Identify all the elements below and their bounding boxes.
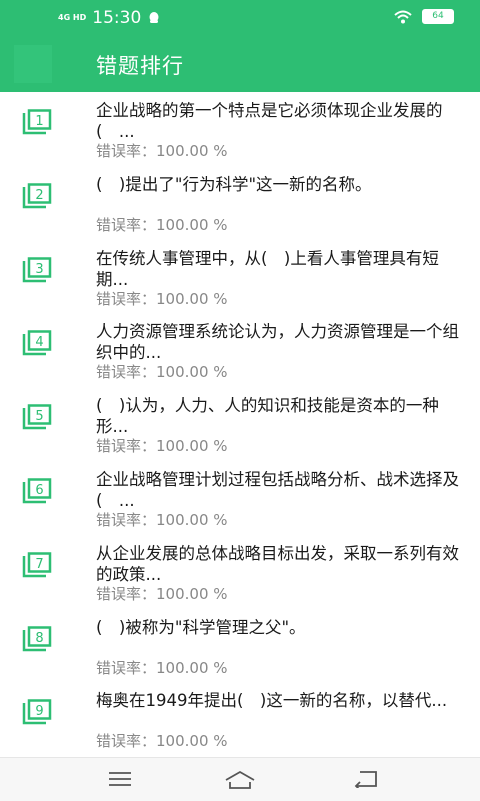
list-item[interactable]: 3 在传统人事管理中，从( )上看人事管理具有短期... 错误率：100.00 … — [0, 240, 480, 314]
battery-indicator: 64 — [422, 9, 454, 24]
status-right: 64 — [394, 9, 454, 24]
error-rate: 错误率：100.00 % — [96, 658, 228, 677]
numbered-stack-icon: 4 — [22, 330, 52, 356]
svg-text:9: 9 — [35, 704, 43, 719]
back-icon[interactable] — [354, 770, 378, 788]
svg-text:1: 1 — [35, 114, 43, 129]
numbered-stack-icon: 6 — [22, 478, 52, 504]
list-item[interactable]: 6 企业战略管理计划过程包括战略分析、战术选择及( ... 错误率：100.00… — [0, 461, 480, 535]
numbered-stack-icon: 2 — [22, 183, 52, 209]
svg-text:3: 3 — [35, 262, 43, 277]
wifi-icon — [394, 10, 412, 23]
numbered-stack-icon: 7 — [22, 552, 52, 578]
question-text: ( )提出了"行为科学"这一新的名称。 — [96, 174, 372, 194]
question-text: 企业战略管理计划过程包括战略分析、战术选择及( ... — [96, 469, 459, 510]
list-item[interactable]: 2 ( )提出了"行为科学"这一新的名称。 错误率：100.00 % — [0, 166, 480, 240]
app-bar: 错题排行 — [0, 36, 480, 92]
question-text: 人力资源管理系统论认为，人力资源管理是一个组织中的... — [96, 322, 459, 363]
question-text: ( )认为，人力、人的知识和技能是资本的一种形... — [96, 396, 439, 437]
svg-text:8: 8 — [35, 631, 43, 646]
menu-icon[interactable] — [108, 770, 132, 788]
svg-text:2: 2 — [35, 188, 43, 203]
network-indicator: 4G HD — [58, 13, 87, 22]
numbered-stack-icon: 3 — [22, 256, 52, 282]
error-rate: 错误率：100.00 % — [96, 215, 228, 234]
numbered-stack-icon: 5 — [22, 404, 52, 430]
numbered-stack-icon: 9 — [22, 699, 52, 725]
numbered-stack-icon: 1 — [22, 109, 52, 135]
page-title: 错题排行 — [96, 54, 184, 78]
svg-text:7: 7 — [35, 557, 43, 572]
system-nav-bar — [0, 757, 480, 801]
status-left: 4G HD 15:30 — [58, 8, 161, 28]
question-text: 梅奥在1949年提出( )这一新的名称，以替代... — [96, 691, 448, 711]
error-rate: 错误率：100.00 % — [96, 732, 228, 751]
back-button[interactable] — [14, 45, 52, 83]
error-rate: 错误率：100.00 % — [96, 510, 228, 529]
list-item[interactable]: 9 梅奥在1949年提出( )这一新的名称，以替代... 错误率：100.00 … — [0, 682, 480, 756]
error-rate: 错误率：100.00 % — [96, 142, 228, 160]
question-text: ( )被称为"科学管理之父"。 — [96, 617, 306, 637]
question-text: 在传统人事管理中，从( )上看人事管理具有短期... — [96, 248, 439, 289]
error-rate: 错误率：100.00 % — [96, 584, 228, 603]
error-rate: 错误率：100.00 % — [96, 363, 228, 382]
wrong-question-list: 1 企业战略的第一个特点是它必须体现企业发展的( ... 错误率：100.00 … — [0, 92, 480, 756]
svg-text:6: 6 — [35, 483, 43, 498]
error-rate: 错误率：100.00 % — [96, 289, 228, 308]
numbered-stack-icon: 8 — [22, 625, 52, 651]
list-item[interactable]: 4 人力资源管理系统论认为，人力资源管理是一个组织中的... 错误率：100.0… — [0, 313, 480, 387]
list-item[interactable]: 5 ( )认为，人力、人的知识和技能是资本的一种形... 错误率：100.00 … — [0, 387, 480, 461]
list-item[interactable]: 7 从企业发展的总体战略目标出发，采取一系列有效的政策... 错误率：100.0… — [0, 535, 480, 609]
home-icon[interactable] — [224, 770, 256, 790]
question-text: 企业战略的第一个特点是它必须体现企业发展的( ... — [96, 101, 443, 141]
list-item[interactable]: 1 企业战略的第一个特点是它必须体现企业发展的( ... 错误率：100.00 … — [0, 92, 480, 166]
status-time: 15:30 — [92, 8, 142, 28]
question-text: 从企业发展的总体战略目标出发，采取一系列有效的政策... — [96, 543, 459, 584]
svg-text:5: 5 — [35, 409, 43, 424]
list-item[interactable]: 8 ( )被称为"科学管理之父"。 错误率：100.00 % — [0, 609, 480, 683]
error-rate: 错误率：100.00 % — [96, 437, 228, 456]
svg-text:4: 4 — [35, 335, 43, 350]
qq-notification-icon — [149, 12, 159, 23]
status-bar: 4G HD 15:30 64 — [0, 0, 480, 36]
